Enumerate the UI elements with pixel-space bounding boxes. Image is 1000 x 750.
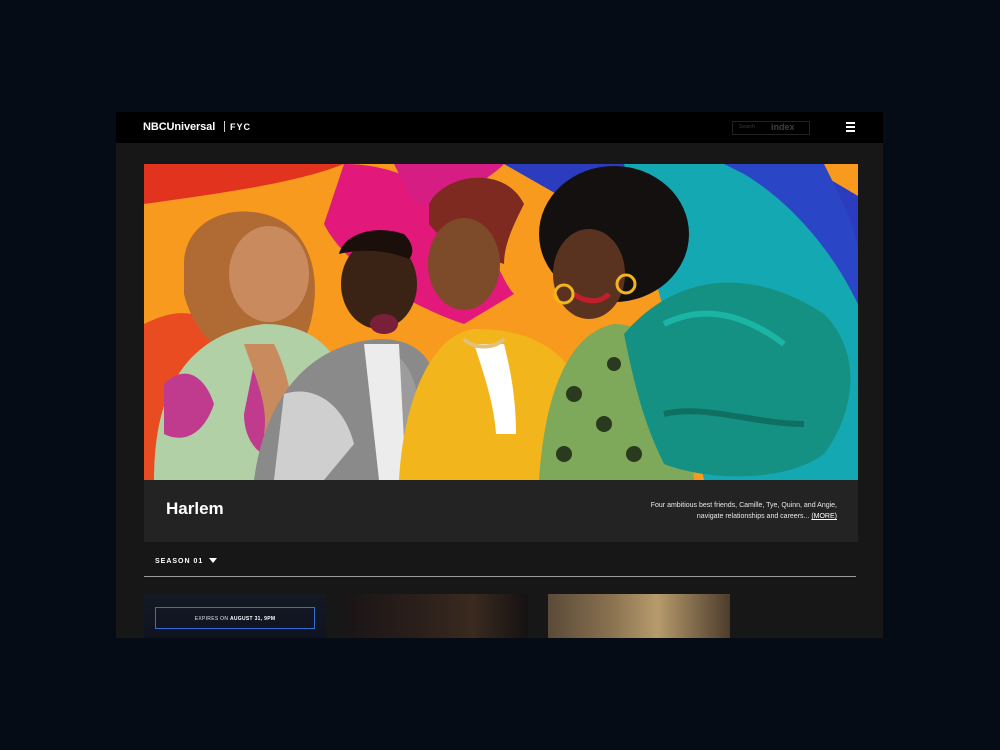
top-navigation-bar: NBCUniversal FYC Search index bbox=[116, 112, 883, 143]
more-link[interactable]: (MORE) bbox=[811, 513, 837, 520]
show-description-text: Four ambitious best friends, Camille, Ty… bbox=[650, 502, 837, 520]
show-title: Harlem bbox=[166, 499, 224, 518]
show-info-bar: Harlem Four ambitious best friends, Cami… bbox=[144, 480, 858, 542]
episode-card[interactable] bbox=[346, 594, 528, 638]
menu-line bbox=[846, 126, 855, 128]
hamburger-menu-icon[interactable] bbox=[846, 121, 856, 132]
brand-logo[interactable]: NBCUniversal bbox=[143, 121, 215, 133]
season-selector[interactable]: SEASON 01 bbox=[155, 558, 218, 565]
fyc-label[interactable]: FYC bbox=[230, 122, 251, 132]
show-description: Four ambitious best friends, Camille, Ty… bbox=[647, 500, 837, 522]
brand-divider bbox=[224, 121, 225, 132]
menu-line bbox=[846, 122, 855, 124]
divider bbox=[144, 576, 856, 577]
expires-date: AUGUST 31, 9PM bbox=[229, 616, 276, 622]
episode-card[interactable] bbox=[548, 594, 730, 638]
caret-down-icon bbox=[209, 558, 218, 563]
episode-card[interactable]: EXPIRES ON AUGUST 31, 9PM bbox=[144, 594, 326, 638]
search-button[interactable]: index bbox=[771, 122, 795, 132]
expires-badge: EXPIRES ON AUGUST 31, 9PM bbox=[155, 607, 315, 629]
expires-prefix: EXPIRES ON bbox=[194, 616, 229, 622]
search-input[interactable]: Search index bbox=[732, 121, 810, 135]
season-label: SEASON 01 bbox=[155, 558, 204, 565]
menu-line bbox=[846, 130, 855, 132]
app-window: NBCUniversal FYC Search index Harlem Fou… bbox=[116, 112, 883, 638]
search-placeholder: Search bbox=[739, 124, 755, 130]
hero-image bbox=[144, 164, 858, 480]
